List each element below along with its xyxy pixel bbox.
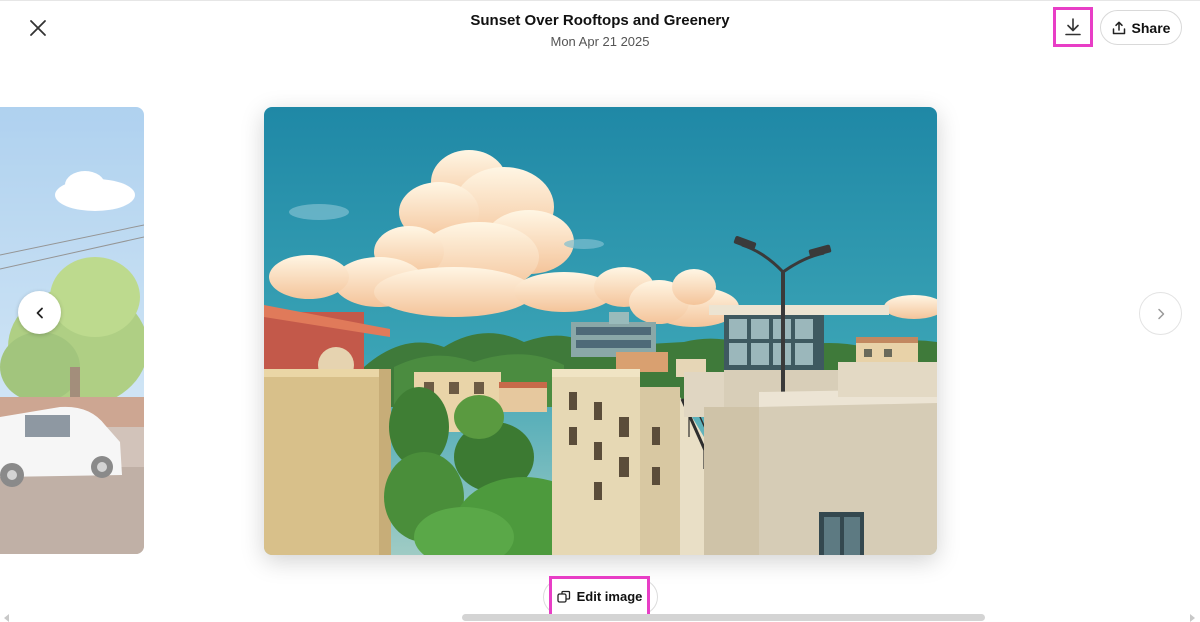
sunset-rooftops-illustration [264,107,937,555]
scroll-right-arrow-icon[interactable] [1190,614,1195,622]
share-button[interactable]: Share [1100,10,1182,45]
download-button[interactable] [1053,7,1093,47]
previous-image-preview[interactable] [0,107,144,554]
download-icon [1065,18,1081,36]
close-button[interactable] [22,12,54,44]
share-icon [1112,21,1125,34]
main-image [264,107,937,555]
image-title: Sunset Over Rooftops and Greenery [470,12,730,29]
scroll-left-arrow-icon[interactable] [4,614,9,622]
close-icon [30,20,46,36]
chevron-right-icon [1157,308,1164,319]
scrollbar-thumb[interactable] [462,614,985,621]
previous-image-button[interactable] [18,291,61,334]
edit-image-button[interactable]: Edit image [549,576,650,617]
share-label: Share [1131,19,1171,36]
edit-image-label: Edit image [576,589,643,604]
header-divider [0,0,1200,1]
chevron-left-icon [36,307,43,318]
image-header: Sunset Over Rooftops and Greenery Mon Ap… [350,12,850,50]
image-date: Mon Apr 21 2025 [550,34,650,49]
previous-image [0,107,144,554]
next-image-button[interactable] [1139,292,1182,335]
edit-image-icon [556,590,570,603]
